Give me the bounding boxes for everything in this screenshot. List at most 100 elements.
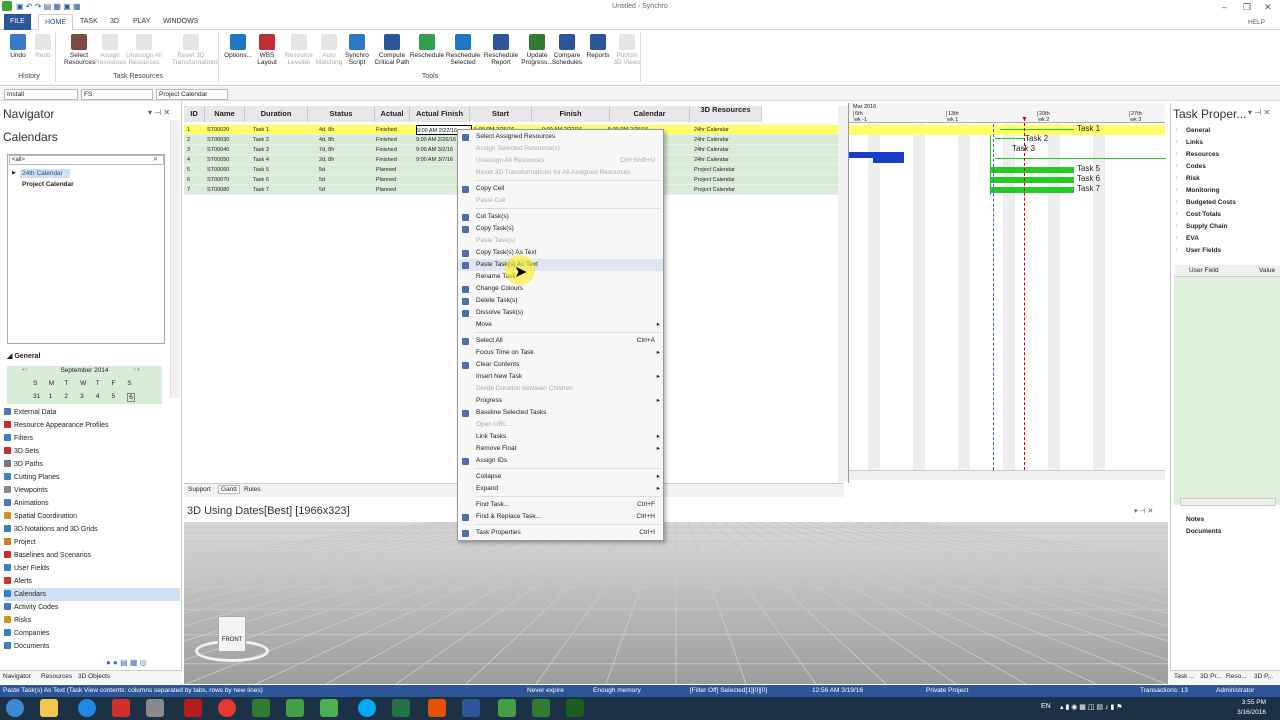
cell-cal[interactable]: Project Calendar bbox=[694, 185, 782, 195]
ribbon-button-16[interactable]: Compare Schedules bbox=[551, 34, 583, 66]
nav-item-cutting-planes[interactable]: Cutting Planes bbox=[4, 471, 180, 484]
menu-item-link-tasks[interactable]: Link Tasks ▸ bbox=[458, 431, 663, 443]
cell-status[interactable]: Finished bbox=[376, 135, 414, 145]
cell-id[interactable]: ST00070 bbox=[207, 175, 251, 185]
start-button[interactable] bbox=[6, 699, 24, 717]
nav-item-3d-notations-and-3d-grids[interactable]: 3D Notations and 3D Grids bbox=[4, 523, 180, 536]
cell-status[interactable]: Planned bbox=[376, 175, 414, 185]
panel-pin-icon[interactable]: ▾ ⊣ ✕ bbox=[148, 108, 170, 117]
cell-name[interactable]: Task 6 bbox=[253, 175, 317, 185]
gantt-scrollbar[interactable] bbox=[849, 470, 1165, 480]
menu-item-change-colours[interactable]: Change Colours bbox=[458, 283, 663, 295]
cell-name[interactable]: Task 4 bbox=[253, 155, 317, 165]
prop-item-codes[interactable]: Codes bbox=[1186, 163, 1206, 170]
expand-arrow-icon[interactable]: › bbox=[1176, 247, 1178, 253]
day-cell[interactable]: 31 bbox=[33, 393, 40, 400]
day-cell[interactable]: 2 bbox=[64, 393, 68, 400]
cell-n[interactable]: 7 bbox=[187, 185, 205, 195]
cell-cal[interactable]: 24hr Calendar bbox=[694, 155, 782, 165]
menu-item-delete-task-s[interactable]: Delete Task(s) bbox=[458, 295, 663, 307]
nav-item-calendars[interactable]: Calendars bbox=[4, 588, 180, 601]
view3d-window-icons[interactable]: ▾ ⊣ ✕ bbox=[1134, 507, 1153, 515]
ribbon-button-12[interactable]: Reschedule bbox=[408, 34, 446, 59]
cell-id[interactable]: ST00080 bbox=[207, 185, 251, 195]
minimize-button[interactable]: – bbox=[1222, 2, 1227, 12]
search-icon[interactable]: ⌕ bbox=[153, 153, 158, 164]
cell-id[interactable]: ST00060 bbox=[207, 165, 251, 175]
maximize-button[interactable]: ❐ bbox=[1243, 2, 1251, 13]
column-header[interactable]: Status bbox=[308, 106, 375, 122]
gantt-bar-task4[interactable] bbox=[873, 157, 904, 163]
menu-item-copy-task-s-as-text[interactable]: Copy Task(s) As Text bbox=[458, 247, 663, 259]
tab-rules[interactable]: Rules bbox=[244, 486, 261, 493]
column-header[interactable]: Finish bbox=[532, 106, 610, 122]
menu-item-insert-new-task[interactable]: Insert New Task ▸ bbox=[458, 371, 663, 383]
menu-item-baseline-selected-tasks[interactable]: Baseline Selected Tasks bbox=[458, 407, 663, 419]
expand-arrow-icon[interactable]: › bbox=[1176, 235, 1178, 241]
prop-item-user-fields[interactable]: User Fields bbox=[1186, 247, 1221, 254]
cell-n[interactable]: 6 bbox=[187, 175, 205, 185]
app-icon-15[interactable] bbox=[532, 699, 550, 717]
prop-item-budgeted-costs[interactable]: Budgeted Costs bbox=[1186, 199, 1236, 206]
gantt-bar-task6[interactable] bbox=[990, 177, 1074, 183]
day-cell[interactable]: 5 bbox=[112, 393, 116, 400]
prop-item-eva[interactable]: EVA bbox=[1186, 235, 1199, 242]
col-value[interactable]: Value bbox=[1259, 267, 1275, 274]
calendar-item-project[interactable]: Project Calendar bbox=[22, 181, 74, 188]
day-cell[interactable]: 4 bbox=[96, 393, 100, 400]
cell-n[interactable]: 2 bbox=[187, 135, 205, 145]
cell-id[interactable]: ST00040 bbox=[207, 145, 251, 155]
cell-cal[interactable]: Project Calendar bbox=[694, 165, 782, 175]
properties-pin-icon[interactable]: ▾ ⊣ ✕ bbox=[1248, 108, 1270, 117]
cell-n[interactable]: 3 bbox=[187, 145, 205, 155]
cell-status[interactable]: Planned bbox=[376, 185, 414, 195]
menu-item-find-replace-task[interactable]: Find & Replace Task... Ctrl+H bbox=[458, 511, 663, 523]
nav-item-spatial-coordination[interactable]: Spatial Coordination bbox=[4, 510, 180, 523]
cell-id[interactable]: ST00030 bbox=[207, 135, 251, 145]
cell-name[interactable]: Task 2 bbox=[253, 135, 317, 145]
explorer-icon[interactable] bbox=[40, 699, 58, 717]
tab-play[interactable]: PLAY bbox=[127, 14, 156, 30]
tab-gantt[interactable]: Gantt bbox=[218, 485, 240, 494]
navigator-toolbar-icons[interactable]: ● ● ▤ ▦ ◎ bbox=[106, 658, 147, 667]
nav-item-activity-codes[interactable]: Activity Codes bbox=[4, 601, 180, 614]
ie-icon[interactable] bbox=[78, 699, 96, 717]
prop-item-supply-chain[interactable]: Supply Chain bbox=[1186, 223, 1228, 230]
cell-name[interactable]: Task 3 bbox=[253, 145, 317, 155]
menu-item-move[interactable]: Move ▸ bbox=[458, 319, 663, 331]
help-link[interactable]: HELP bbox=[1248, 19, 1265, 26]
prop-item-links[interactable]: Links bbox=[1186, 139, 1203, 146]
nav-item-baselines-and-scenarios[interactable]: Baselines and Scenarios bbox=[4, 549, 180, 562]
filter-combo-2[interactable]: FS bbox=[81, 89, 153, 100]
column-header[interactable]: Name bbox=[205, 106, 245, 122]
synchro-pro-icon-1[interactable] bbox=[286, 699, 304, 717]
clock-time[interactable]: 3:55 PM bbox=[1234, 699, 1266, 706]
menu-item-copy-cell[interactable]: Copy Cell bbox=[458, 183, 663, 195]
language-indicator[interactable]: EN bbox=[1041, 703, 1051, 710]
column-header[interactable]: Start bbox=[470, 106, 532, 122]
nav-item-3d-sets[interactable]: 3D Sets bbox=[4, 445, 180, 458]
nav-item-user-fields[interactable]: User Fields bbox=[4, 562, 180, 575]
cell-name[interactable]: Task 1 bbox=[253, 125, 317, 135]
prop-notes[interactable]: Notes bbox=[1186, 516, 1204, 523]
ribbon-button-14[interactable]: Reschedule Report bbox=[482, 34, 520, 66]
app-icon-9[interactable] bbox=[320, 699, 338, 717]
cell-dur[interactable]: 5d bbox=[319, 185, 374, 195]
synchro-pro-icon-2[interactable] bbox=[498, 699, 516, 717]
next-month-icon[interactable]: › » bbox=[134, 367, 140, 373]
cell-status[interactable]: Finished bbox=[376, 125, 414, 135]
nav-item-risks[interactable]: Risks bbox=[4, 614, 180, 627]
gantt-bar-task7[interactable] bbox=[990, 187, 1074, 193]
expand-arrow-icon[interactable]: › bbox=[1176, 127, 1178, 133]
ribbon-button-3[interactable]: Assign Resources bbox=[95, 34, 126, 66]
tab-file[interactable]: FILE bbox=[4, 14, 31, 30]
column-header[interactable]: ID bbox=[184, 106, 205, 122]
ribbon-button-7[interactable]: WBS Layout bbox=[254, 34, 280, 66]
cell-dur[interactable]: 5d bbox=[319, 165, 374, 175]
cell-n[interactable]: 5 bbox=[187, 165, 205, 175]
outlook-icon[interactable] bbox=[428, 699, 446, 717]
expand-arrow-icon[interactable]: › bbox=[1176, 211, 1178, 217]
nav-item-external-data[interactable]: External Data bbox=[4, 406, 180, 419]
cell-dur[interactable]: 2d, 8h bbox=[319, 155, 374, 165]
close-button[interactable]: ✕ bbox=[1264, 2, 1272, 13]
